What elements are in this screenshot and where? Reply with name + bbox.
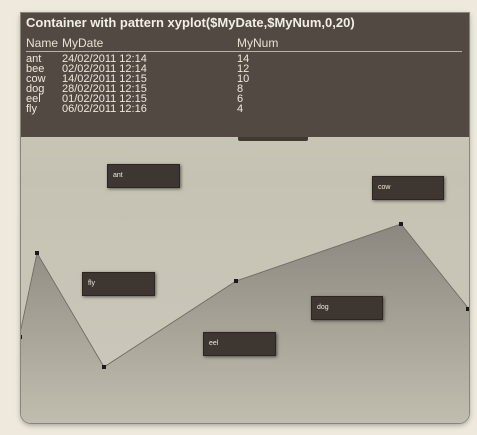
container-title: Container with pattern xyplot($MyDate,$M… <box>26 15 355 30</box>
plot-area-fill <box>21 224 469 423</box>
plot-vertex[interactable] <box>466 307 469 311</box>
plot-vertex[interactable] <box>21 335 22 339</box>
column-header-name: Name <box>26 36 59 50</box>
plot-item-label: ant <box>113 172 123 179</box>
plot-vertex[interactable] <box>234 279 238 283</box>
column-header-mydate: MyDate <box>62 36 104 50</box>
plot-vertex[interactable] <box>399 222 403 226</box>
plot-item-label: fly <box>88 280 95 287</box>
table-header: Name MyDate MyNum <box>26 37 462 52</box>
cell-mynum: 4 <box>237 103 244 115</box>
data-table: Name MyDate MyNum ant 24/02/2011 12:14 1… <box>26 37 462 115</box>
plot-item-eel[interactable]: eel <box>203 332 276 356</box>
hidden-item-edge[interactable] <box>238 137 308 141</box>
container-header: Container with pattern xyplot($MyDate,$M… <box>21 13 469 137</box>
table-row: fly 06/02/2011 12:16 4 <box>26 103 462 115</box>
plot-vertex[interactable] <box>102 365 106 369</box>
plot-item-dog[interactable]: dog <box>311 296 383 320</box>
plot-item-label: eel <box>209 340 219 347</box>
plot-item-label: dog <box>317 304 329 311</box>
plot-item-ant[interactable]: ant <box>107 164 180 188</box>
cell-name: fly <box>26 103 37 115</box>
plot-item-fly[interactable]: fly <box>82 272 155 296</box>
column-header-mynum: MyNum <box>237 36 279 50</box>
cell-mydate: 06/02/2011 12:16 <box>62 103 147 115</box>
xyplot-container: Container with pattern xyplot($MyDate,$M… <box>21 13 469 423</box>
plot-item-cow[interactable]: cow <box>372 176 444 200</box>
plot-vertex[interactable] <box>35 251 39 255</box>
plot-item-label: cow <box>378 184 391 191</box>
